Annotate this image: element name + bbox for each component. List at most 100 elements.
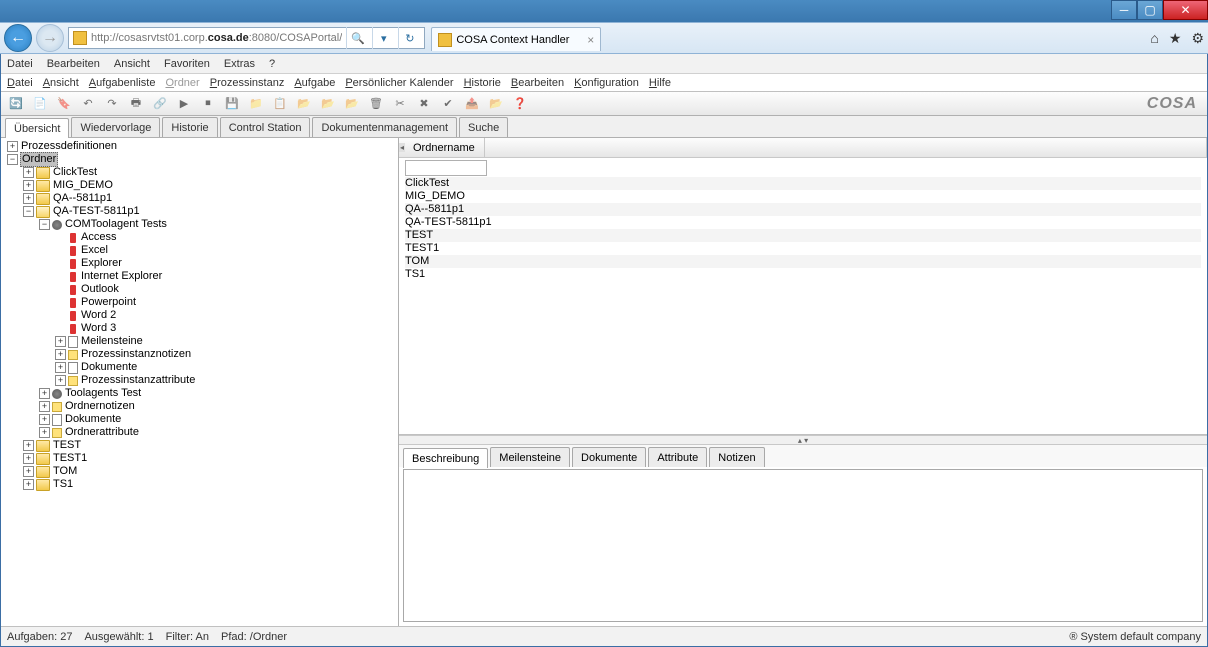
menu-konfiguration[interactable]: Konfiguration (574, 77, 639, 89)
grid-col-ordnername[interactable]: Ordnername (405, 138, 485, 157)
home-icon[interactable]: ⌂ (1150, 30, 1158, 47)
tb-folder2-icon[interactable]: 📂 (295, 95, 313, 113)
tb-play-icon[interactable]: ▶ (175, 95, 193, 113)
tree-app-outlook[interactable]: Outlook (55, 283, 398, 296)
tab-dokumentenmanagement[interactable]: Dokumentenmanagement (312, 117, 457, 137)
tree-ordner[interactable]: −Ordner (7, 153, 398, 166)
tree-app-ie[interactable]: Internet Explorer (55, 270, 398, 283)
menu-aufgabenliste[interactable]: Aufgabenliste (89, 77, 156, 89)
minimize-button[interactable]: ─ (1111, 0, 1137, 20)
tab-suche[interactable]: Suche (459, 117, 508, 137)
tb-folder4-icon[interactable]: 📂 (343, 95, 361, 113)
tree-prozessdefinitionen[interactable]: +Prozessdefinitionen (7, 140, 398, 153)
grid-row[interactable]: TS1 (405, 268, 1201, 281)
tb-delete-icon[interactable]: 🗑 (367, 95, 385, 113)
grid-row[interactable]: TOM (405, 255, 1201, 268)
dtab-dokumente[interactable]: Dokumente (572, 447, 646, 467)
tree-folder-qa5811p1[interactable]: +QA--5811p1 (23, 192, 398, 205)
tb-open-icon[interactable]: 📂 (487, 95, 505, 113)
menu-hilfe[interactable]: Hilfe (649, 77, 671, 89)
menu-ordner[interactable]: Ordner (165, 77, 199, 89)
tb-link-icon[interactable]: 🔗 (151, 95, 169, 113)
tab-control-station[interactable]: Control Station (220, 117, 311, 137)
ie-menu-datei[interactable]: Datei (7, 58, 33, 70)
tree-prozessinstanzattribute[interactable]: +Prozessinstanzattribute (55, 374, 398, 387)
tb-cross-icon[interactable]: ✖ (415, 95, 433, 113)
tab-wiedervorlage[interactable]: Wiedervorlage (71, 117, 160, 137)
tree-folder-test[interactable]: +TEST (23, 439, 398, 452)
back-button[interactable]: ← (4, 24, 32, 52)
tab-close-icon[interactable]: × (587, 33, 594, 47)
menu-datei[interactable]: Datei (7, 77, 33, 89)
menu-persoenlicher-kalender[interactable]: Persönlicher Kalender (345, 77, 453, 89)
menu-historie[interactable]: Historie (464, 77, 501, 89)
tb-print-icon[interactable]: 🖶 (127, 95, 145, 113)
menu-aufgabe[interactable]: Aufgabe (294, 77, 335, 89)
tree-folder-test1[interactable]: +TEST1 (23, 452, 398, 465)
grid-row[interactable]: ClickTest (405, 177, 1201, 190)
menu-bearbeiten[interactable]: Bearbeiten (511, 77, 564, 89)
ie-menu-favoriten[interactable]: Favoriten (164, 58, 210, 70)
close-button[interactable]: ✕ (1163, 0, 1208, 20)
dtab-meilensteine[interactable]: Meilensteine (490, 447, 570, 467)
tree-folder-migdemo[interactable]: +MIG_DEMO (23, 179, 398, 192)
tb-save-icon[interactable]: 💾 (223, 95, 241, 113)
tb-undo-icon[interactable]: ↶ (79, 95, 97, 113)
dtab-attribute[interactable]: Attribute (648, 447, 707, 467)
tree-app-powerpoint[interactable]: Powerpoint (55, 296, 398, 309)
tree-app-explorer[interactable]: Explorer (55, 257, 398, 270)
tree-dokumente[interactable]: +Dokumente (55, 361, 398, 374)
ie-menu-bearbeiten[interactable]: Bearbeiten (47, 58, 100, 70)
tb-cut-icon[interactable]: ✂ (391, 95, 409, 113)
tree-ordnernotizen[interactable]: +Ordnernotizen (39, 400, 398, 413)
tb-tag-icon[interactable]: 🔖 (55, 95, 73, 113)
dtab-beschreibung[interactable]: Beschreibung (403, 448, 488, 468)
tb-check-icon[interactable]: ✔ (439, 95, 457, 113)
search-icon[interactable]: 🔍 (346, 27, 368, 49)
tree-toolagents-test[interactable]: +Toolagents Test (39, 387, 398, 400)
tree-dokumente2[interactable]: +Dokumente (39, 413, 398, 426)
tree-prozessinstanznotizen[interactable]: +Prozessinstanznotizen (55, 348, 398, 361)
tb-refresh-icon[interactable]: 🔄 (7, 95, 25, 113)
tools-icon[interactable]: ⚙ (1191, 30, 1204, 47)
tb-folder-icon[interactable]: 📁 (247, 95, 265, 113)
browser-tab[interactable]: COSA Context Handler × (431, 27, 601, 51)
tree-app-access[interactable]: Access (55, 231, 398, 244)
tb-redo-icon[interactable]: ↷ (103, 95, 121, 113)
menu-ansicht[interactable]: Ansicht (43, 77, 79, 89)
grid-row[interactable]: TEST1 (405, 242, 1201, 255)
dropdown-icon[interactable]: ▾ (372, 27, 394, 49)
tree-app-excel[interactable]: Excel (55, 244, 398, 257)
menu-prozessinstanz[interactable]: Prozessinstanz (210, 77, 285, 89)
collapse-handle[interactable]: ▴ ▾ (399, 435, 1207, 445)
tb-help-icon[interactable]: ❓ (511, 95, 529, 113)
grid-row[interactable]: MIG_DEMO (405, 190, 1201, 203)
maximize-button[interactable]: ▢ (1137, 0, 1163, 20)
favorites-icon[interactable]: ★ (1169, 30, 1182, 47)
ie-menu-help[interactable]: ? (269, 58, 275, 70)
tb-folder3-icon[interactable]: 📂 (319, 95, 337, 113)
grid-row[interactable]: QA-TEST-5811p1 (405, 216, 1201, 229)
url-field[interactable]: http://cosasrvtst01.corp.cosa.de:8080/CO… (68, 27, 425, 49)
tree-folder-tom[interactable]: +TOM (23, 465, 398, 478)
tree-ordnerattribute[interactable]: +Ordnerattribute (39, 426, 398, 439)
tree-folder-qatest5811p1[interactable]: −QA-TEST-5811p1 (23, 205, 398, 218)
tb-new-icon[interactable]: 📄 (31, 95, 49, 113)
tree-comtoolagent-tests[interactable]: −COMToolagent Tests (39, 218, 398, 231)
tb-export-icon[interactable]: 📤 (463, 95, 481, 113)
tree-meilensteine[interactable]: +Meilensteine (55, 335, 398, 348)
dtab-notizen[interactable]: Notizen (709, 447, 764, 467)
tree-folder-clicktest[interactable]: +ClickTest (23, 166, 398, 179)
tb-copy-icon[interactable]: 📋 (271, 95, 289, 113)
grid-row[interactable]: QA--5811p1 (405, 203, 1201, 216)
forward-button[interactable]: → (36, 24, 64, 52)
tree-app-word2[interactable]: Word 2 (55, 309, 398, 322)
tree-folder-ts1[interactable]: +TS1 (23, 478, 398, 491)
tree-app-word3[interactable]: Word 3 (55, 322, 398, 335)
ie-menu-ansicht[interactable]: Ansicht (114, 58, 150, 70)
grid-filter-input[interactable] (405, 160, 487, 176)
ie-menu-extras[interactable]: Extras (224, 58, 255, 70)
tab-uebersicht[interactable]: Übersicht (5, 118, 69, 138)
grid-row[interactable]: TEST (405, 229, 1201, 242)
tb-stop-icon[interactable]: ⏹ (199, 95, 217, 113)
